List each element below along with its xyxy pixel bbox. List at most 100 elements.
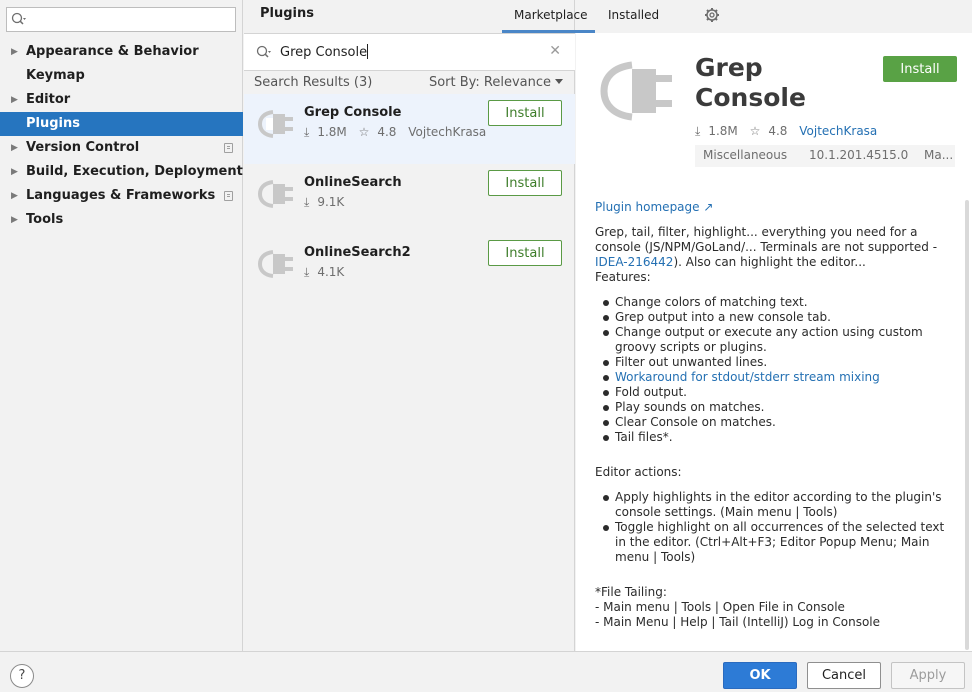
plugin-rating: 4.8 (768, 124, 788, 138)
list-item: Filter out unwanted lines. (595, 355, 950, 370)
tree-item-editor[interactable]: ▶ Editor (0, 88, 243, 112)
install-button[interactable]: Install (488, 240, 562, 266)
plugin-plug-icon (256, 174, 296, 218)
expand-arrow-icon[interactable]: ▶ (11, 208, 18, 232)
expand-arrow-icon[interactable]: ▶ (11, 88, 18, 112)
plugin-name: OnlineSearch2 (304, 245, 411, 260)
help-button[interactable]: ? (10, 664, 34, 688)
search-value: Grep Console (280, 44, 369, 60)
plugin-homepage-link[interactable]: Plugin homepage ↗ (595, 200, 713, 214)
plugin-row-grep-console[interactable]: Grep Console ⤓ 1.8M ☆ 4.8 VojtechKrasa Ins… (244, 94, 575, 164)
file-tailing-line: - Main menu | Tools | Open File in Conso… (595, 600, 845, 614)
list-item: Toggle highlight on all occurrences of t… (595, 520, 950, 565)
install-button[interactable]: Install (488, 170, 562, 196)
ok-button[interactable]: OK (723, 662, 797, 689)
plugin-meta: ⤓ 9.1K (304, 195, 352, 210)
tree-item-label: Tools (26, 212, 64, 227)
project-settings-icon (224, 143, 233, 153)
tree-item-label: Appearance & Behavior (26, 44, 199, 59)
plugin-vendor: VojtechKrasa (408, 125, 487, 139)
tree-item-label: Keymap (26, 68, 85, 83)
settings-search-input[interactable] (6, 7, 236, 32)
plugin-downloads: 9.1K (317, 195, 345, 209)
plugin-plug-icon (598, 55, 678, 131)
list-item: Grep output into a new console tab. (595, 310, 950, 325)
plugin-detail-title: Grep Console (695, 53, 806, 112)
list-item: Workaround for stdout/stderr stream mixi… (595, 370, 950, 385)
results-count: Search Results (3) (254, 75, 373, 90)
list-item: Tail files*. (595, 430, 950, 445)
list-item: Change colors of matching text. (595, 295, 950, 310)
search-icon (11, 12, 27, 30)
features-heading: Features: (595, 270, 651, 284)
download-icon: ⤓ (695, 124, 701, 138)
tree-item-label: Plugins (26, 116, 80, 131)
list-item: Fold output. (595, 385, 950, 400)
star-icon: ☆ (749, 124, 761, 138)
tree-item-appearance-behavior[interactable]: ▶ Appearance & Behavior (0, 40, 243, 64)
download-icon: ⤓ (304, 195, 310, 209)
chevron-down-icon (555, 79, 563, 84)
tree-item-build-execution-deployment[interactable]: ▶ Build, Execution, Deployment (0, 160, 243, 184)
plugin-category: Miscellaneous (703, 148, 788, 162)
plugin-detail-meta: ⤓ 1.8M ☆ 4.8 VojtechKrasa (695, 124, 885, 139)
install-button[interactable]: Install (883, 56, 957, 82)
star-icon: ☆ (358, 125, 370, 139)
clear-search-icon[interactable]: ✕ (549, 43, 561, 59)
plugin-downloads: 4.1K (317, 265, 345, 279)
settings-tree: ▶ Appearance & Behavior Keymap ▶ Editor Pl… (0, 40, 243, 232)
plugin-downloads: 1.8M (708, 124, 738, 138)
editor-actions-heading: Editor actions: (595, 465, 682, 479)
tree-item-keymap[interactable]: Keymap (0, 64, 243, 88)
project-settings-icon (224, 191, 233, 201)
plugin-search-input[interactable]: Grep Console ✕ (244, 33, 575, 71)
apply-button[interactable]: Apply (891, 662, 965, 689)
plugin-description: Plugin homepage ↗ Grep, tail, filter, hi… (595, 200, 950, 630)
expand-arrow-icon[interactable]: ▶ (11, 136, 18, 160)
plugin-meta: ⤓ 4.1K (304, 265, 352, 280)
expand-arrow-icon[interactable]: ▶ (11, 40, 18, 64)
tab-installed[interactable]: Installed (608, 8, 659, 22)
cancel-button[interactable]: Cancel (807, 662, 881, 689)
list-item: Apply highlights in the editor according… (595, 490, 950, 520)
features-list: Change colors of matching text. Grep out… (595, 295, 950, 445)
plugin-row-onlinesearch[interactable]: OnlineSearch ⤓ 9.1K Install (244, 164, 575, 234)
gear-icon[interactable] (704, 7, 720, 27)
download-icon: ⤓ (304, 125, 310, 139)
tree-item-languages-frameworks[interactable]: ▶ Languages & Frameworks (0, 184, 243, 208)
plugin-plug-icon (256, 244, 296, 288)
install-button[interactable]: Install (488, 100, 562, 126)
file-tailing-line: - Main Menu | Help | Tail (IntelliJ) Log… (595, 615, 881, 629)
issue-link[interactable]: IDEA-216442 (595, 255, 673, 269)
page-title: Plugins (260, 6, 314, 21)
detail-scrollbar[interactable] (965, 200, 969, 650)
tree-item-label: Editor (26, 92, 71, 107)
results-bar: Search Results (3) Sort By: Relevance (244, 71, 575, 94)
plugin-tags: Miscellaneous 10.1.201.4515.0 Ma... (695, 145, 955, 167)
tree-item-plugins[interactable]: Plugins (0, 112, 243, 136)
tab-marketplace[interactable]: Marketplace (514, 8, 588, 22)
sort-dropdown[interactable]: Sort By: Relevance (429, 75, 563, 90)
list-item: Play sounds on matches. (595, 400, 950, 415)
tree-item-tools[interactable]: ▶ Tools (0, 208, 243, 232)
expand-arrow-icon[interactable]: ▶ (11, 160, 18, 184)
plugin-detail-panel: Grep Console Install ⤓ 1.8M ☆ 4.8 VojtechK… (576, 33, 972, 651)
expand-arrow-icon[interactable]: ▶ (11, 184, 18, 208)
tree-item-version-control[interactable]: ▶ Version Control (0, 136, 243, 160)
editor-actions-list: Apply highlights in the editor according… (595, 490, 950, 565)
plugin-name: Grep Console (304, 105, 402, 120)
plugin-list-panel: Plugins Grep Console ✕ Search Results (3… (244, 0, 575, 651)
list-item: Change output or execute any action usin… (595, 325, 950, 355)
workaround-link[interactable]: Workaround for stdout/stderr stream mixi… (615, 370, 880, 384)
settings-tree-panel: ▶ Appearance & Behavior Keymap ▶ Editor Pl… (0, 0, 243, 651)
plugin-extra: Ma... (924, 148, 954, 162)
plugin-downloads: 1.8M (317, 125, 347, 139)
list-item: Clear Console on matches. (595, 415, 950, 430)
dialog-footer: ? OK Cancel Apply (0, 651, 972, 692)
search-icon (256, 45, 272, 63)
plugin-row-onlinesearch2[interactable]: OnlineSearch2 ⤓ 4.1K Install (244, 234, 575, 304)
file-tailing-heading: *File Tailing: (595, 585, 667, 599)
plugin-name: OnlineSearch (304, 175, 402, 190)
vendor-link[interactable]: VojtechKrasa (799, 124, 877, 138)
tree-item-label: Build, Execution, Deployment (26, 164, 243, 179)
